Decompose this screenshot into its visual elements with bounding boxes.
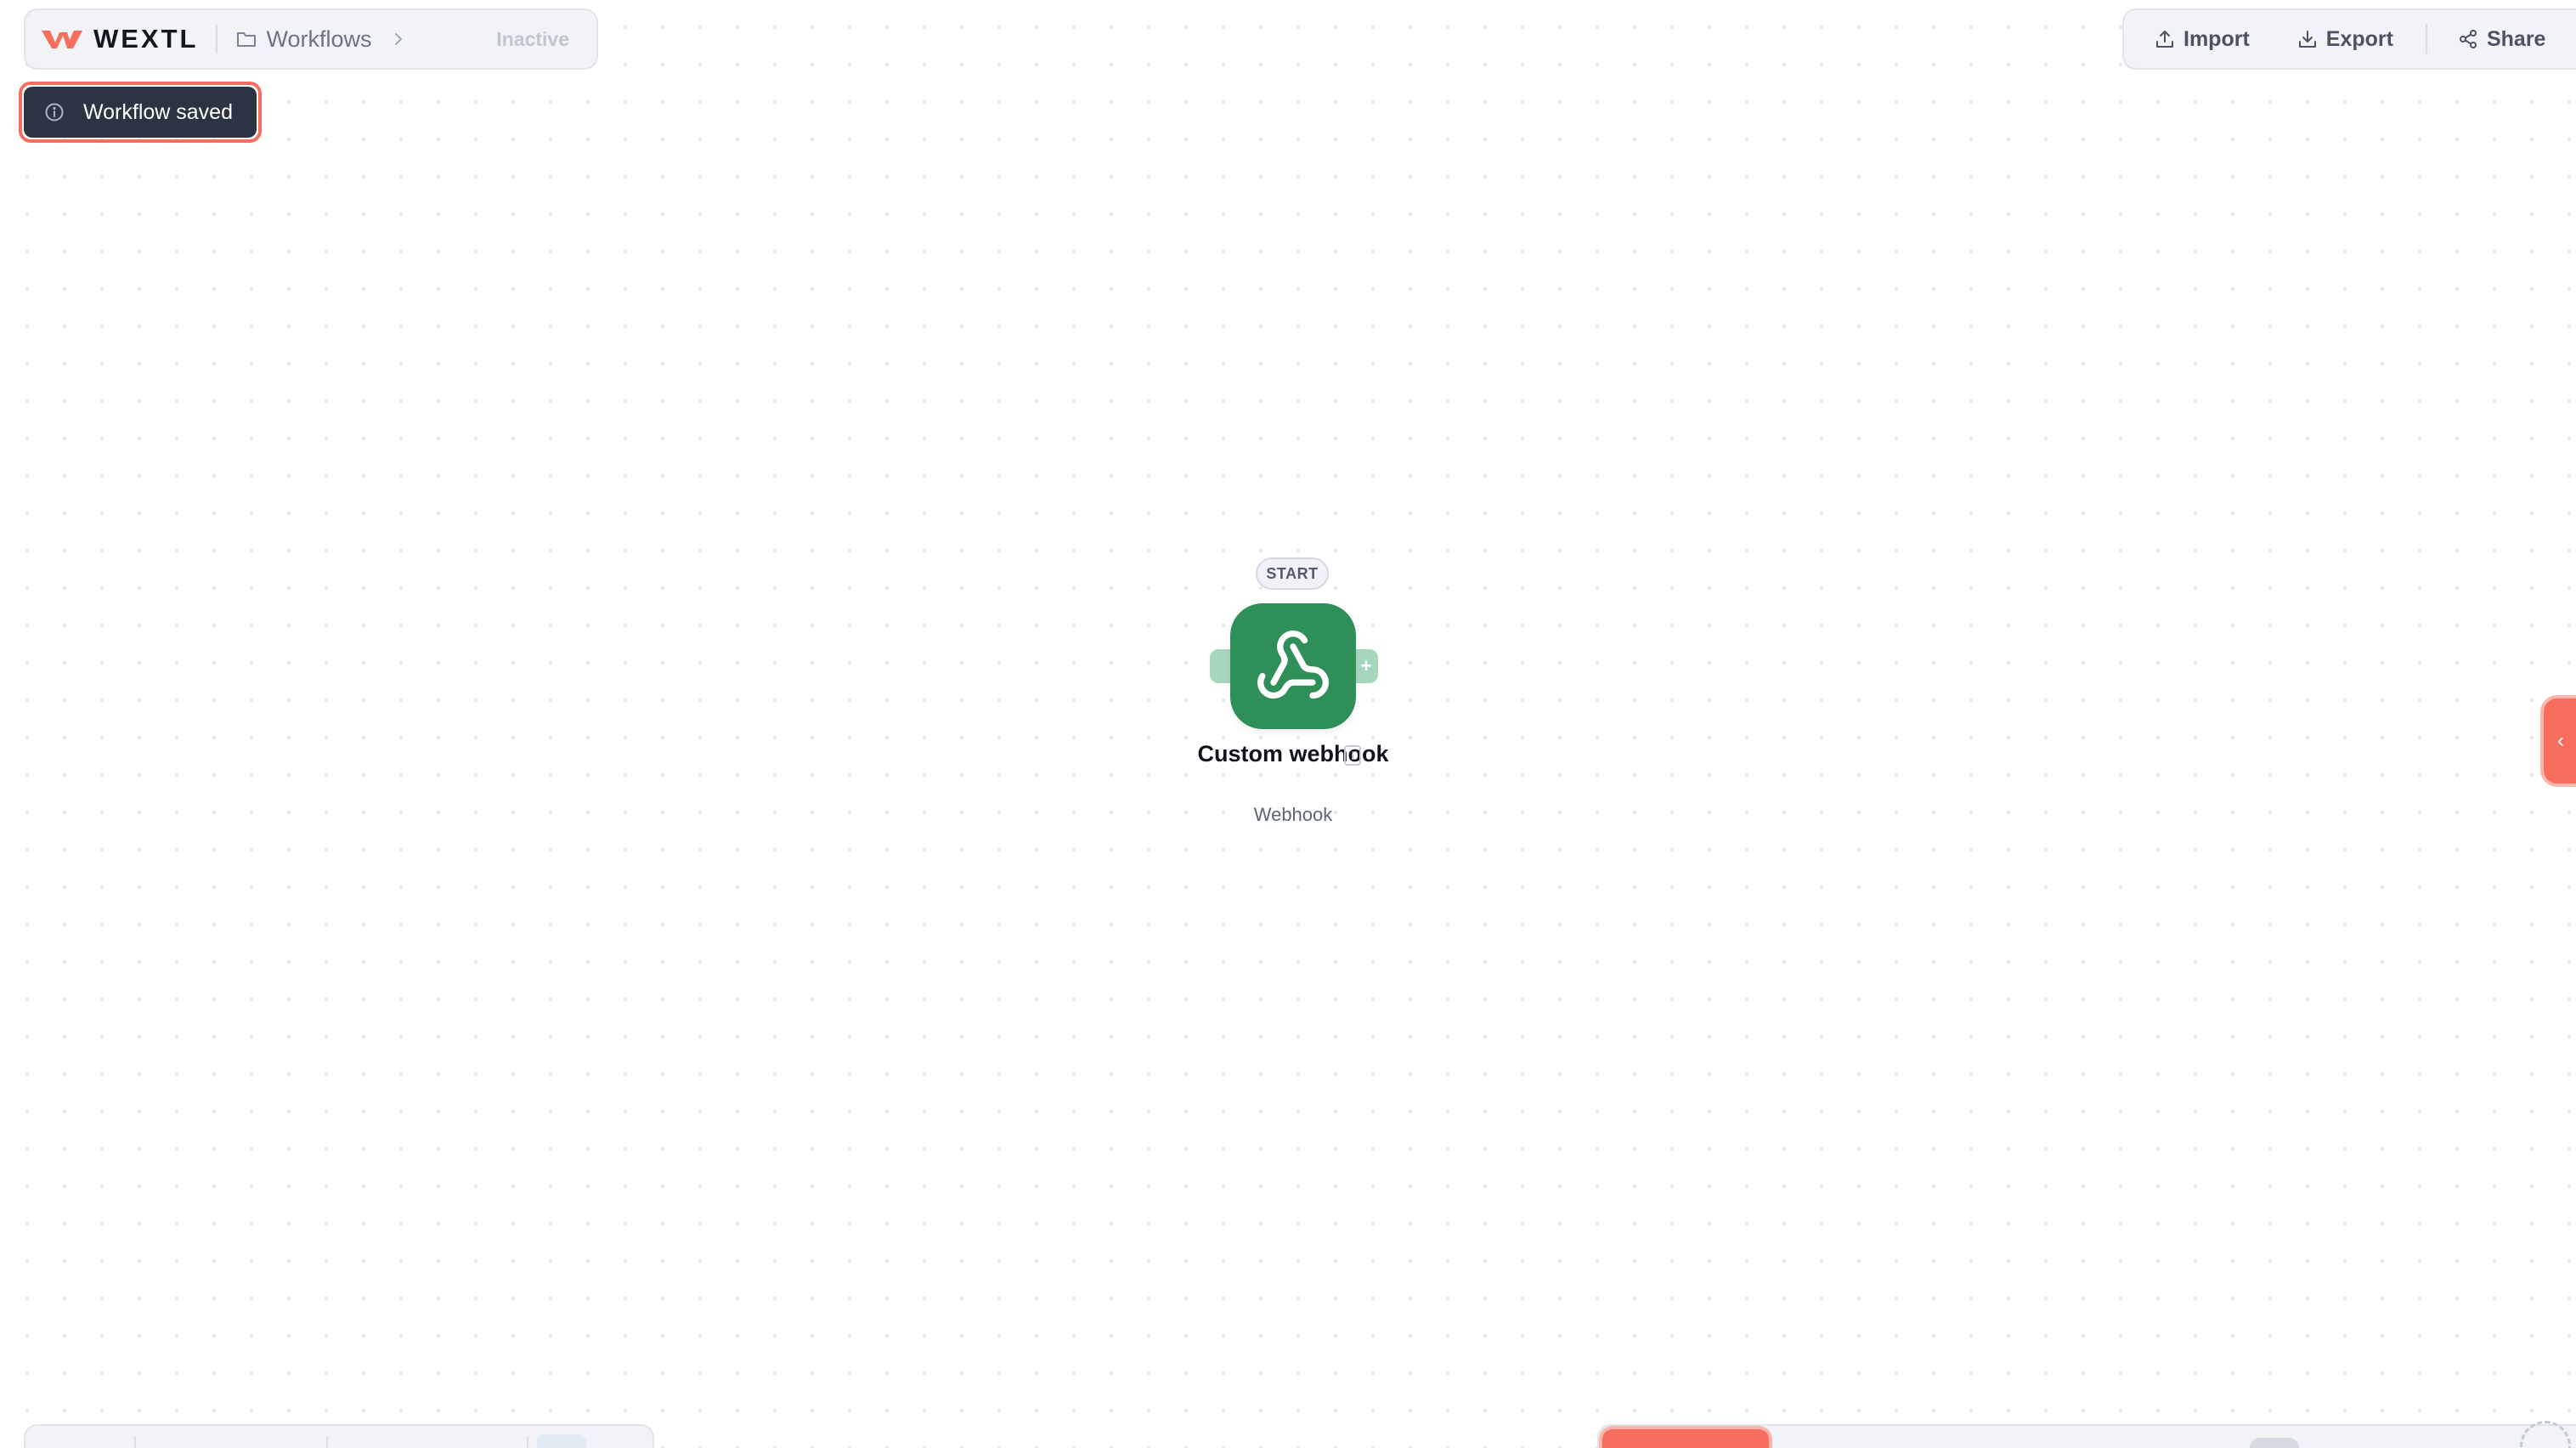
- share-button[interactable]: Share: [2458, 27, 2545, 52]
- logo[interactable]: WEXTL: [41, 24, 199, 54]
- breadcrumb[interactable]: Workflows: [236, 26, 404, 53]
- download-icon: [2298, 31, 2316, 48]
- toggle-switch[interactable]: [2250, 1438, 2299, 1448]
- action-toolbar: Import Export Share: [2122, 8, 2576, 70]
- chevron-right-icon: [394, 32, 402, 46]
- primary-action-button[interactable]: [1602, 1429, 1769, 1448]
- node-info-icon[interactable]: i: [1344, 745, 1361, 766]
- zoom-control[interactable]: [537, 1434, 586, 1448]
- bottom-left-toolbar: [24, 1424, 654, 1448]
- import-button[interactable]: Import: [2155, 27, 2250, 52]
- import-label: Import: [2183, 26, 2250, 51]
- bottom-right-toolbar: [1597, 1421, 2576, 1448]
- node-title[interactable]: Custom webhook: [1191, 739, 1395, 768]
- share-icon: [2459, 30, 2477, 48]
- toolbar-divider: [2425, 25, 2427, 54]
- toast-message: Workflow saved: [83, 99, 233, 124]
- add-item-button[interactable]: [2520, 1421, 2571, 1448]
- header-divider: [215, 25, 217, 54]
- share-label: Share: [2486, 26, 2546, 51]
- start-badge: START: [1256, 557, 1329, 590]
- upload-icon: [2156, 31, 2173, 48]
- toast-notification[interactable]: Workflow saved: [24, 87, 257, 138]
- workflow-status[interactable]: Inactive: [496, 28, 569, 51]
- info-icon: [45, 103, 64, 122]
- toolbar-divider: [527, 1436, 528, 1448]
- node-add-handle[interactable]: +: [1354, 649, 1378, 683]
- folder-icon: [236, 32, 256, 47]
- chevron-left-icon: ‹: [2557, 729, 2564, 752]
- webhook-icon: [1257, 631, 1329, 699]
- webhook-node[interactable]: [1230, 603, 1356, 729]
- wextl-logo-icon: [42, 31, 82, 48]
- side-panel-toggle[interactable]: ‹: [2540, 695, 2576, 787]
- export-button[interactable]: Export: [2297, 27, 2393, 52]
- brand-name: WEXTL: [93, 24, 199, 54]
- toolbar-divider: [326, 1436, 328, 1448]
- toolbar-divider: [134, 1436, 136, 1448]
- breadcrumb-workflows[interactable]: Workflows: [267, 26, 372, 53]
- header-bar: WEXTL Workflows Inactive: [24, 8, 598, 70]
- node-subtitle: Webhook: [1253, 804, 1333, 825]
- export-label: Export: [2325, 26, 2393, 51]
